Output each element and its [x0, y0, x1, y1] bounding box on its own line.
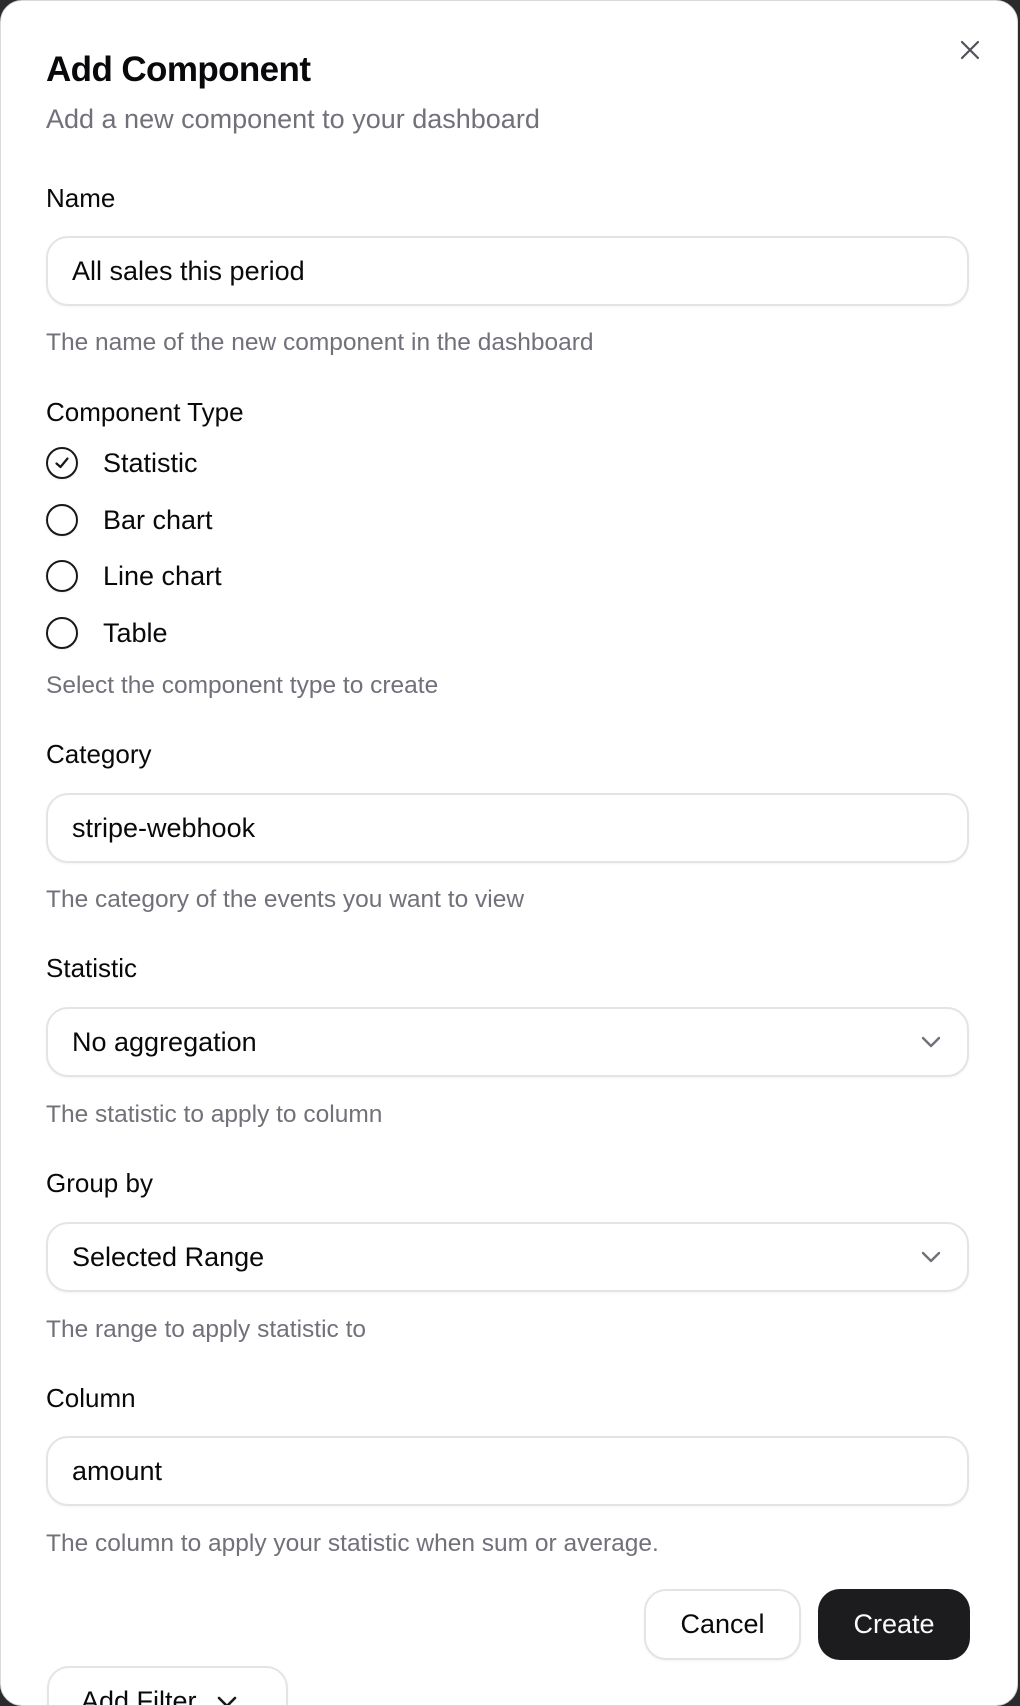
radio-label: Statistic — [103, 447, 198, 478]
group-by-label: Group by — [46, 1168, 153, 1198]
group-by-value: Selected Range — [72, 1241, 265, 1272]
category-helper: The category of the events you want to v… — [46, 886, 525, 913]
name-helper: The name of the new component in the das… — [46, 329, 594, 356]
check-icon — [55, 457, 69, 469]
statistic-value: No aggregation — [72, 1026, 257, 1057]
statistic-label: Statistic — [46, 953, 138, 983]
chevron-down-icon — [919, 1245, 943, 1269]
add-filter-label: Add Filter — [81, 1686, 197, 1706]
category-input[interactable] — [46, 793, 969, 863]
radio-table[interactable]: Table — [46, 615, 168, 651]
radio-unchecked-icon — [46, 560, 78, 592]
column-helper: The column to apply your statistic when … — [46, 1530, 659, 1557]
chevron-down-icon — [215, 1690, 239, 1705]
radio-label: Table — [103, 617, 168, 648]
radio-unchecked-icon — [46, 617, 78, 649]
radio-label: Line chart — [103, 560, 222, 591]
column-label: Column — [46, 1383, 136, 1413]
cancel-button[interactable]: Cancel — [644, 1589, 801, 1660]
component-type-label: Component Type — [46, 397, 244, 427]
name-input[interactable] — [46, 236, 969, 306]
radio-unchecked-icon — [46, 504, 78, 536]
chevron-down-icon — [919, 1030, 943, 1054]
component-type-helper: Select the component type to create — [46, 672, 439, 699]
category-label: Category — [46, 739, 152, 769]
name-label: Name — [46, 183, 116, 213]
dialog-title: Add Component — [46, 50, 311, 89]
radio-line-chart[interactable]: Line chart — [46, 558, 222, 594]
add-filter-button[interactable]: Add Filter — [47, 1666, 288, 1706]
radio-checked-icon — [46, 447, 78, 479]
radio-statistic[interactable]: Statistic — [46, 445, 198, 481]
close-icon — [960, 40, 980, 60]
column-input[interactable] — [46, 1436, 969, 1506]
radio-bar-chart[interactable]: Bar chart — [46, 502, 213, 538]
statistic-select[interactable]: No aggregation — [46, 1007, 969, 1077]
close-button[interactable] — [953, 33, 987, 67]
group-by-helper: The range to apply statistic to — [46, 1316, 367, 1343]
add-component-dialog: Add Component Add a new component to you… — [0, 0, 1018, 1706]
dialog-subtitle: Add a new component to your dashboard — [46, 104, 540, 134]
create-button[interactable]: Create — [818, 1589, 970, 1660]
group-by-select[interactable]: Selected Range — [46, 1222, 969, 1292]
statistic-helper: The statistic to apply to column — [46, 1101, 383, 1128]
radio-label: Bar chart — [103, 504, 213, 535]
